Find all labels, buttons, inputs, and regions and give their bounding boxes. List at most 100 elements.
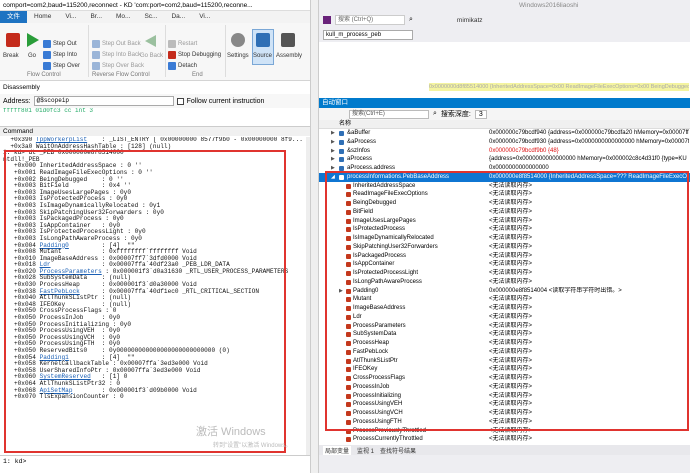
step-over-back-button[interactable]: Step Over Back [92,62,144,70]
vs-statusbar [319,455,690,473]
expand-arrow-icon[interactable]: ▶ [331,155,335,164]
follow-label: Follow current instruction [186,97,265,105]
go-button[interactable]: Go [28,53,36,59]
vs-bottom-tabs: 局部变量 监视 1 查找符号结果 [319,445,690,455]
highlight-box-right [325,171,689,431]
code-editor[interactable]: 0x0000000d8f85514000 {InheritedAddressSp… [319,42,690,96]
autos-row-value: 0x000000c79bcdf930 {address=0x0000000000… [489,138,689,145]
settings-icon[interactable] [231,33,245,47]
step-out-back-icon [92,40,100,48]
group-reverse-flow: Reverse Flow Control [92,72,150,78]
windbg-ribbon: Break Go Step Out Step Into Step Over St… [0,23,310,81]
disassembly-header: Disassembly [0,83,310,93]
field-icon [346,437,351,443]
vs-quick-launch[interactable]: 搜索 (Ctrl+Q) [335,15,405,25]
autos-row-name: aProcess [347,156,373,163]
break-button[interactable]: Break [3,53,19,59]
step-out-icon [43,40,51,48]
autos-child-value: <无法读取内存> [489,436,533,443]
assembly-button[interactable]: Assembly [276,53,302,59]
stop-debugging-button[interactable]: Stop Debugging [168,51,221,59]
step-into-back-button[interactable]: Step Into Back [92,51,141,59]
tab-find-symbol[interactable]: 查找符号结果 [380,446,416,455]
autos-search-input[interactable]: 搜索(Ctrl+E) [349,109,429,119]
vs-user-name[interactable]: mimikatz [457,17,483,24]
expand-arrow-icon[interactable]: ▶ [331,129,335,138]
break-icon[interactable] [6,33,20,47]
search-depth-select[interactable]: 3 [474,109,487,119]
detach-button[interactable]: Detach [168,62,197,70]
autos-row[interactable]: ▶ &aBuffer 0x000000c79bcdf940 {address=0x0… [319,129,690,138]
menu-breakpoints[interactable]: Br... [83,11,109,23]
address-input[interactable]: @$scopeip [33,96,174,106]
windbg-menubar: 文件 Home Vi... Br... Mo... Sc... Da... Vi… [0,11,310,23]
disassembly-toolbar: Address: @$scopeip Follow current instru… [0,94,310,108]
autos-column-header: 名称 [319,120,690,129]
source-button[interactable]: Source [253,53,272,59]
restart-button[interactable]: Restart [168,40,197,48]
autos-row-name: &szInfos [347,147,371,154]
go-back-icon[interactable] [145,35,156,47]
disasm-line: fffff801`01d0fc3 cc int 3 [3,108,94,114]
tab-locals[interactable]: 局部变量 [323,445,352,455]
assembly-icon[interactable] [281,33,295,47]
menu-model[interactable]: Mo... [109,11,137,23]
step-into-icon [43,51,51,59]
follow-checkbox[interactable] [176,97,184,105]
column-name[interactable]: 名称 [339,120,351,129]
command-header: Command [0,126,310,136]
menu-file[interactable]: 文件 [0,11,27,23]
address-label: Address: [3,97,31,105]
autos-row-value: 0x000000c79bcdf9b0 {48} [489,147,559,154]
windbg-titlebar: comport=com2,baud=115200,reconnect - KD … [0,0,310,11]
autos-child-name: ProcessCurrentlyThrottled [353,436,423,443]
autos-row[interactable]: ▶ &szInfos 0x000000c79bcdf9b0 {48} [319,147,690,156]
function-select[interactable]: kull_m_process_peb [323,30,413,40]
expand-arrow-icon[interactable]: ▶ [331,138,335,147]
menu-home[interactable]: Home [27,11,58,23]
go-back-button[interactable]: Go Back [140,53,163,59]
step-over-button[interactable]: Step Over [43,62,80,70]
autos-row-name: &aProcess [347,138,377,145]
variable-icon [339,157,344,163]
window-divider [310,0,319,473]
group-flow-control: Flow Control [27,72,61,78]
activation-watermark: 激活 Windows [196,426,266,438]
tab-watch1[interactable]: 监视 1 [357,446,374,455]
step-out-button[interactable]: Step Out [43,40,77,48]
source-icon[interactable] [256,33,270,47]
menu-view2[interactable]: Vi... [192,11,217,23]
autos-row-name: &aBuffer [347,130,371,136]
search-icon[interactable]: ⌕ [433,110,437,118]
go-icon[interactable] [27,33,39,47]
settings-button[interactable]: Settings [227,53,249,59]
disassembly-lines: fffff801`01d0fc3 cc int 3 [0,108,310,121]
expand-arrow-icon[interactable]: ▶ [331,147,335,156]
menu-data-model[interactable]: Da... [164,11,192,23]
step-over-icon [43,62,51,70]
vs-titlebar: Windows2016liaoshi [319,0,690,12]
autos-row[interactable]: ▶ aProcess {address=0x0000000000000000 hMe… [319,155,690,164]
autos-child-row[interactable]: ProcessCurrentlyThrottled <无法读取内存> [319,435,690,444]
search-icon[interactable]: ⌕ [409,16,413,24]
step-over-back-icon [92,62,100,70]
step-out-back-button[interactable]: Step Out Back [92,40,141,48]
detach-icon [168,62,176,70]
vs-function-bar: kull_m_process_peb [319,28,690,42]
windbg-title: comport=com2,baud=115200,reconnect - KD … [3,1,253,9]
group-end: End [192,72,203,78]
vs-toolbar: 搜索 (Ctrl+Q) ⌕ mimikatz [319,12,690,28]
menu-view[interactable]: Vi... [58,11,83,23]
stop-icon [168,51,176,59]
vs-logo-icon [323,16,331,24]
activation-watermark-sub: 转到"设置"以激活 Windows。 [213,443,292,449]
autos-row-value: {address=0x0000000000000000 hMemory=0x00… [489,156,687,163]
step-into-back-icon [92,51,100,59]
command-input[interactable]: 1: kd> [0,455,310,467]
highlight-box-left [4,150,286,453]
autos-row[interactable]: ▶ &aProcess 0x000000c79bcdf930 {address=0x… [319,138,690,147]
menu-scripting[interactable]: Sc... [137,11,164,23]
step-into-button[interactable]: Step Into [43,51,77,59]
variable-icon [339,131,344,136]
variable-icon [339,139,344,145]
